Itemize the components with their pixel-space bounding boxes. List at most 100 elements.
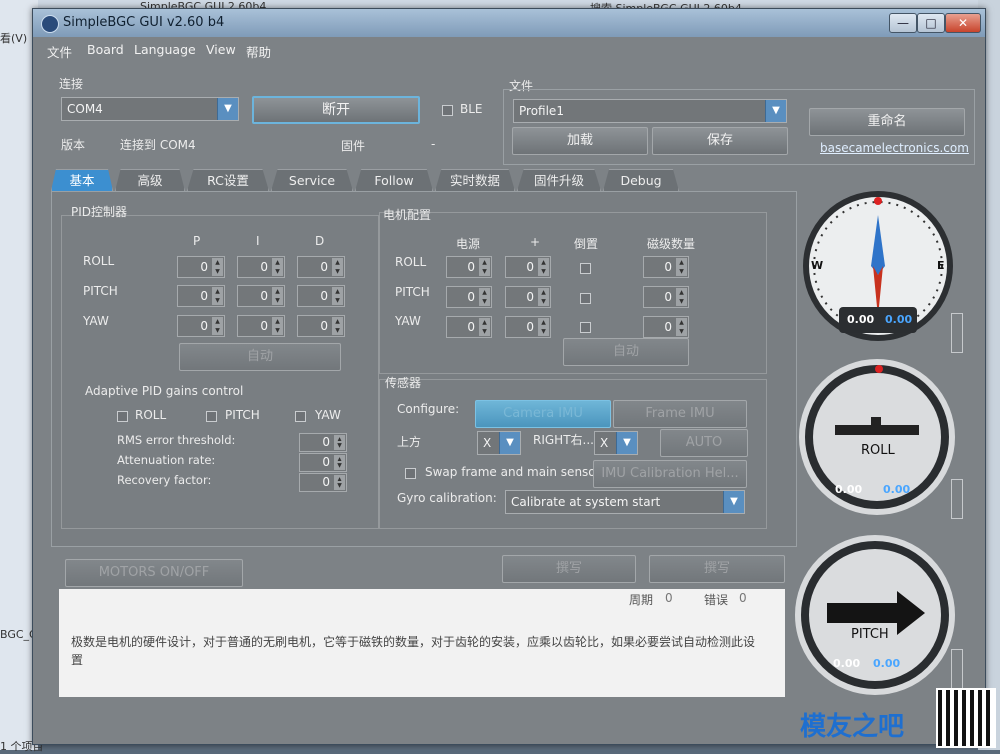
adaptive-yaw-checkbox[interactable] — [295, 411, 306, 422]
pid-roll-d-spinner[interactable]: 0 ▲ ▼ — [297, 256, 345, 278]
motor-yaw-poles-spinner[interactable]: 0 ▲ ▼ — [643, 316, 689, 338]
chevron-down-icon: ▼ — [723, 491, 744, 513]
east-label: E — [937, 259, 945, 272]
motor-yaw-inverted-checkbox[interactable] — [580, 322, 591, 333]
tab-realtime-data[interactable]: 实时数据 — [435, 169, 515, 191]
roll-value-box: 0.00 0.00 — [835, 479, 919, 503]
adaptive-roll-checkbox[interactable] — [117, 411, 128, 422]
rms-error-label: RMS error threshold: — [117, 433, 236, 447]
menu-bar: 文件 Board Language View 帮助 — [33, 39, 985, 61]
save-button[interactable]: 保存 — [652, 127, 788, 155]
rename-button[interactable]: 重命名 — [809, 108, 965, 136]
menu-board[interactable]: Board — [87, 42, 124, 57]
pid-roll-i-spinner[interactable]: 0 ▲ ▼ — [237, 256, 285, 278]
adaptive-pitch-label: PITCH — [225, 408, 260, 422]
roll-slider-track[interactable] — [951, 479, 963, 519]
watermark-text: 模友之吧 — [800, 712, 905, 742]
firmware-label: 固件 — [341, 139, 366, 153]
adaptive-yaw-label: YAW — [315, 408, 341, 422]
pid-header-p: P — [193, 234, 201, 248]
connection-group-label: 连接 — [59, 77, 84, 91]
disconnect-button[interactable]: 断开 — [252, 96, 420, 124]
help-message: 极数是电机的硬件设计，对于普通的无刷电机，它等于磁铁的数量，对于齿轮的安装，应乘… — [71, 635, 756, 667]
pitch-label: PITCH — [851, 627, 889, 642]
rms-error-spinner[interactable]: 0 ▲ ▼ — [299, 433, 347, 452]
right-axis-select[interactable]: X ▼ — [594, 431, 638, 455]
tab-advanced[interactable]: 高级 — [115, 169, 185, 191]
ble-checkbox[interactable] — [442, 105, 453, 116]
motor-row-label: YAW — [395, 314, 421, 328]
minimize-button[interactable]: — — [889, 13, 917, 33]
motor-roll-plus-spinner[interactable]: 0 ▲ ▼ — [505, 256, 551, 278]
tab-debug[interactable]: Debug — [603, 169, 679, 191]
pid-pitch-d-spinner[interactable]: 0 ▲ ▼ — [297, 285, 345, 307]
port-select[interactable]: COM4 ▼ — [61, 97, 239, 121]
pid-roll-p-spinner[interactable]: 0 ▲ ▼ — [177, 256, 225, 278]
roll-pointer — [871, 417, 881, 427]
motor-roll-poles-spinner[interactable]: 0 ▲ ▼ — [643, 256, 689, 278]
ble-label: BLE — [460, 102, 483, 116]
menu-view[interactable]: View — [206, 42, 236, 57]
website-link[interactable]: basecamelectronics.com — [820, 141, 969, 155]
sensor-auto-button[interactable]: AUTO — [660, 429, 748, 457]
tab-firmware-upgrade[interactable]: 固件升级 — [517, 169, 601, 191]
roll-value-1: 0.00 — [835, 483, 863, 496]
motor-pitch-poles-spinner[interactable]: 0 ▲ ▼ — [643, 286, 689, 308]
message-panel: 周期 0 错误 0 极数是电机的硬件设计，对于普通的无刷电机，它等于磁铁的数量，… — [59, 589, 785, 697]
camera-imu-button[interactable]: Camera IMU — [475, 400, 611, 428]
write-all-button[interactable]: 撰写 — [649, 555, 785, 583]
yaw-gauge: W E 0.00 0.00 — [803, 191, 953, 341]
profile-value: Profile1 — [519, 104, 564, 118]
frame-imu-button[interactable]: Frame IMU — [613, 400, 747, 428]
pitch-slider-track[interactable] — [951, 649, 963, 689]
pitch-value-1: 0.00 — [833, 657, 861, 670]
swap-sensors-checkbox[interactable] — [405, 468, 416, 479]
roll-gauge: ROLL 0.00 0.00 — [799, 359, 955, 515]
motor-header-poles: 磁级数量 — [647, 237, 696, 251]
motor-roll-inverted-checkbox[interactable] — [580, 263, 591, 274]
pid-auto-button[interactable]: 自动 — [179, 343, 341, 371]
tab-rc-settings[interactable]: RC设置 — [187, 169, 269, 191]
top-axis-select[interactable]: X ▼ — [477, 431, 521, 455]
roll-label: ROLL — [861, 443, 895, 458]
yaw-value-box: 0.00 0.00 — [839, 307, 917, 333]
adaptive-pitch-checkbox[interactable] — [206, 411, 217, 422]
tab-service[interactable]: Service — [271, 169, 353, 191]
yaw-value-2: 0.00 — [885, 313, 913, 326]
write-button[interactable]: 撰写 — [502, 555, 636, 583]
load-button[interactable]: 加载 — [512, 127, 648, 155]
motor-pitch-power-spinner[interactable]: 0 ▲ ▼ — [446, 286, 492, 308]
app-icon — [41, 15, 59, 33]
menu-file[interactable]: 文件 — [47, 42, 72, 61]
tab-follow[interactable]: Follow — [355, 169, 433, 191]
pitch-value-2: 0.00 — [873, 657, 901, 670]
imu-calibration-button[interactable]: IMU Calibration Hel... — [593, 460, 747, 488]
cycle-value: 0 — [665, 591, 673, 605]
motor-yaw-plus-spinner[interactable]: 0 ▲ ▼ — [505, 316, 551, 338]
motor-auto-button[interactable]: 自动 — [563, 338, 689, 366]
attenuation-rate-spinner[interactable]: 0 ▲ ▼ — [299, 453, 347, 472]
yaw-slider-track[interactable] — [951, 313, 963, 353]
pid-yaw-d-spinner[interactable]: 0 ▲ ▼ — [297, 315, 345, 337]
pitch-value-box: 0.00 0.00 — [833, 653, 917, 677]
gyro-calibration-select[interactable]: Calibrate at system start ▼ — [505, 490, 745, 514]
motors-on-off-button[interactable]: MOTORS ON/OFF — [65, 559, 243, 587]
maximize-button[interactable]: □ — [917, 13, 945, 33]
motor-pitch-inverted-checkbox[interactable] — [580, 293, 591, 304]
west-label: W — [811, 259, 824, 272]
motor-yaw-power-spinner[interactable]: 0 ▲ ▼ — [446, 316, 492, 338]
motor-roll-power-spinner[interactable]: 0 ▲ ▼ — [446, 256, 492, 278]
pid-yaw-p-spinner[interactable]: 0 ▲ ▼ — [177, 315, 225, 337]
pitch-gauge: PITCH 0.00 0.00 — [795, 535, 955, 695]
menu-help[interactable]: 帮助 — [246, 42, 271, 61]
profile-select[interactable]: Profile1 ▼ — [513, 99, 787, 123]
pid-yaw-i-spinner[interactable]: 0 ▲ ▼ — [237, 315, 285, 337]
pid-pitch-p-spinner[interactable]: 0 ▲ ▼ — [177, 285, 225, 307]
menu-language[interactable]: Language — [134, 42, 196, 57]
recovery-factor-spinner[interactable]: 0 ▲ ▼ — [299, 473, 347, 492]
close-button[interactable]: ✕ — [945, 13, 981, 33]
motor-pitch-plus-spinner[interactable]: 0 ▲ ▼ — [505, 286, 551, 308]
tab-basic[interactable]: 基本 — [51, 169, 113, 191]
window-title: SimpleBGC GUI v2.60 b4 — [63, 15, 225, 30]
pid-pitch-i-spinner[interactable]: 0 ▲ ▼ — [237, 285, 285, 307]
